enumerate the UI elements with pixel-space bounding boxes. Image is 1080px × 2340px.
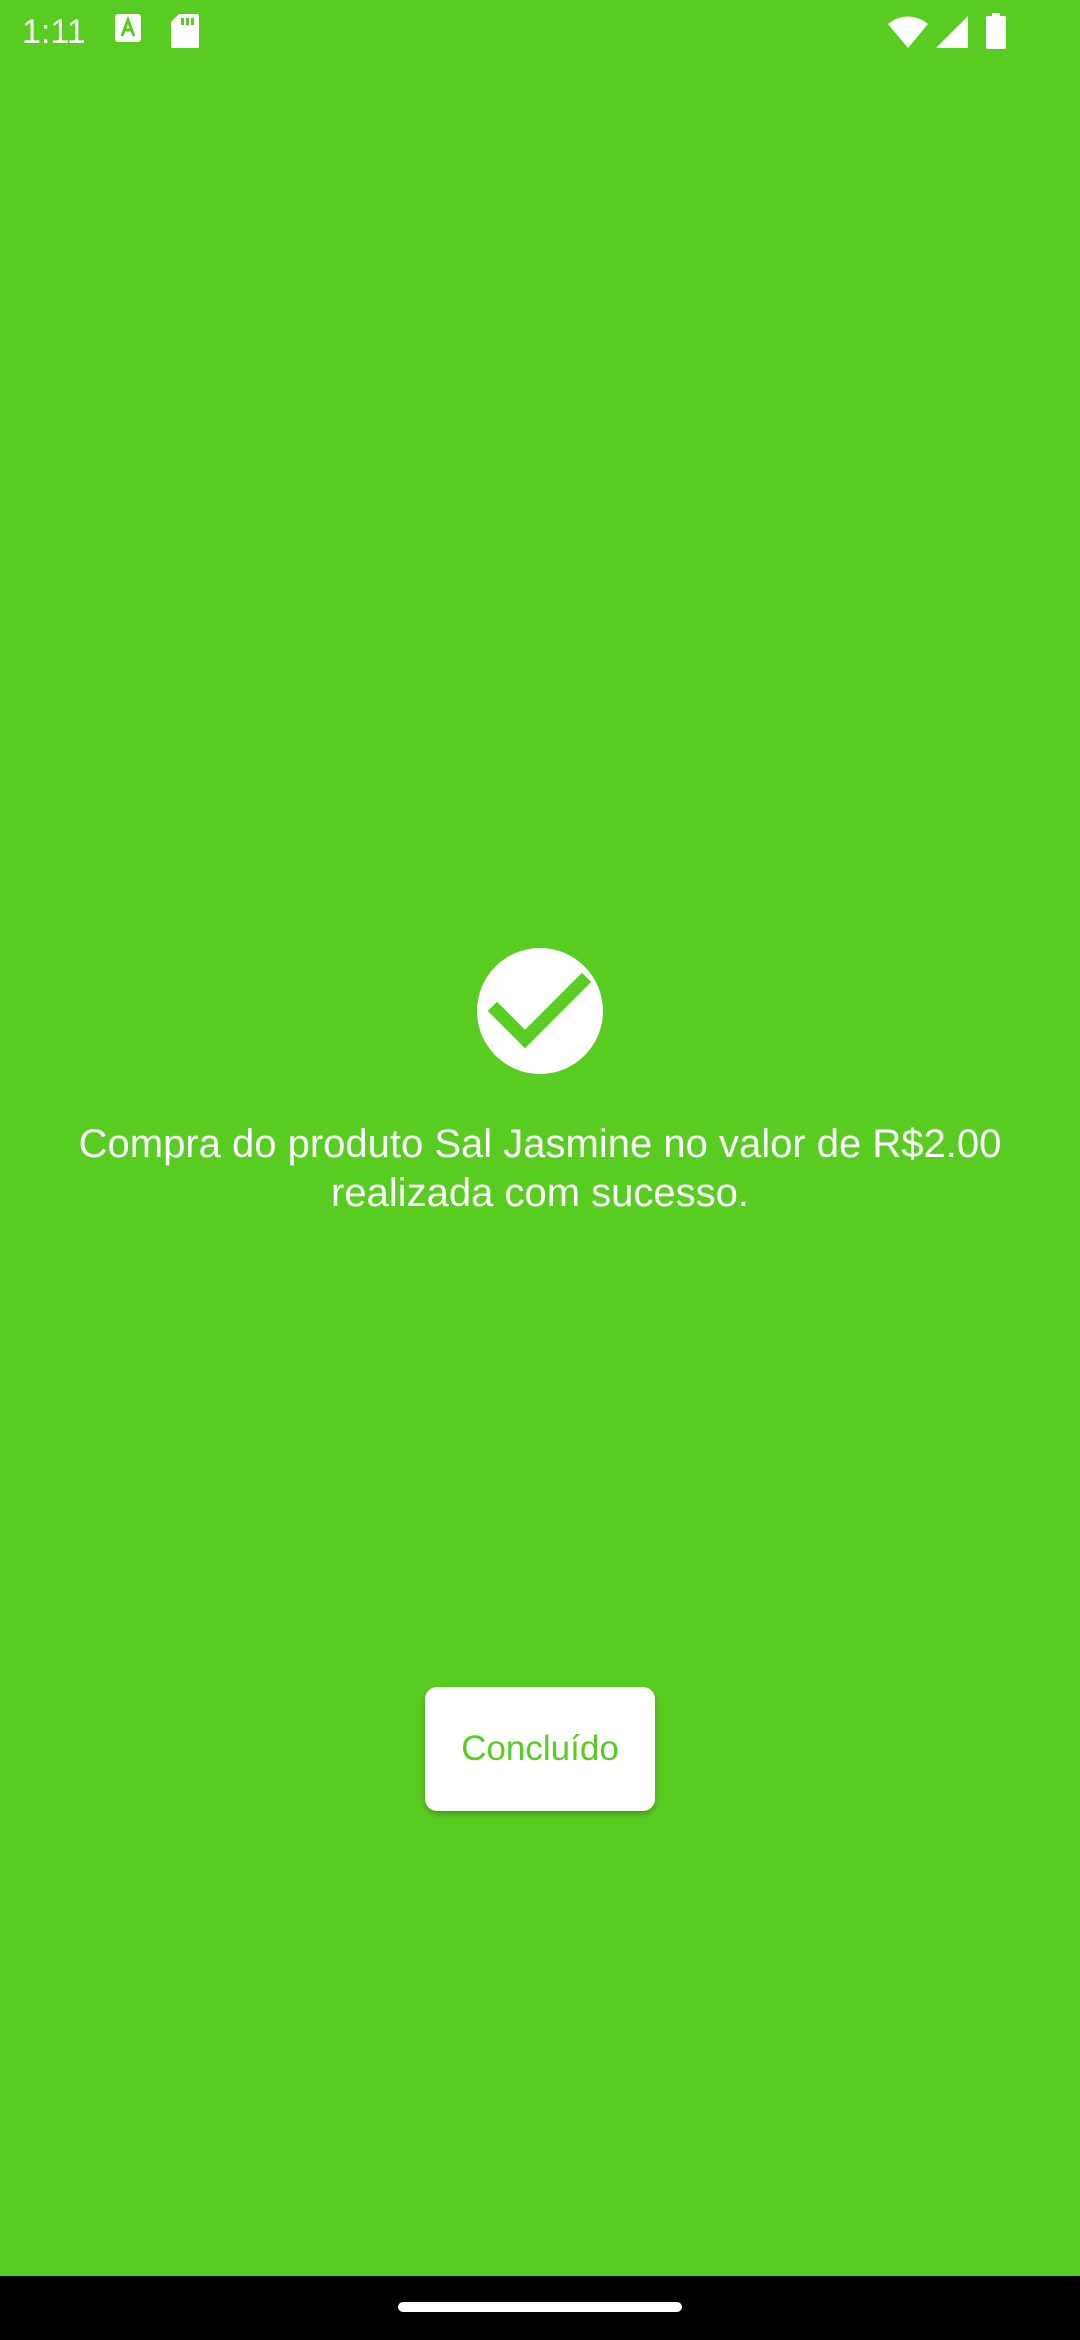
status-bar: 1:11 — [0, 0, 1080, 64]
wifi-icon — [888, 16, 928, 48]
success-check-icon — [477, 948, 603, 1074]
battery-icon — [986, 13, 1006, 49]
done-button[interactable]: Concluído — [425, 1687, 655, 1811]
success-message: Compra do produto Sal Jasmine no valor d… — [78, 1122, 1002, 1215]
status-time: 1:11 — [22, 13, 86, 51]
home-gesture-handle[interactable] — [398, 2302, 682, 2312]
sd-card-icon — [171, 14, 199, 48]
a-notification-icon — [115, 14, 141, 42]
signal-icon — [936, 16, 968, 48]
check-icon — [487, 972, 592, 1049]
